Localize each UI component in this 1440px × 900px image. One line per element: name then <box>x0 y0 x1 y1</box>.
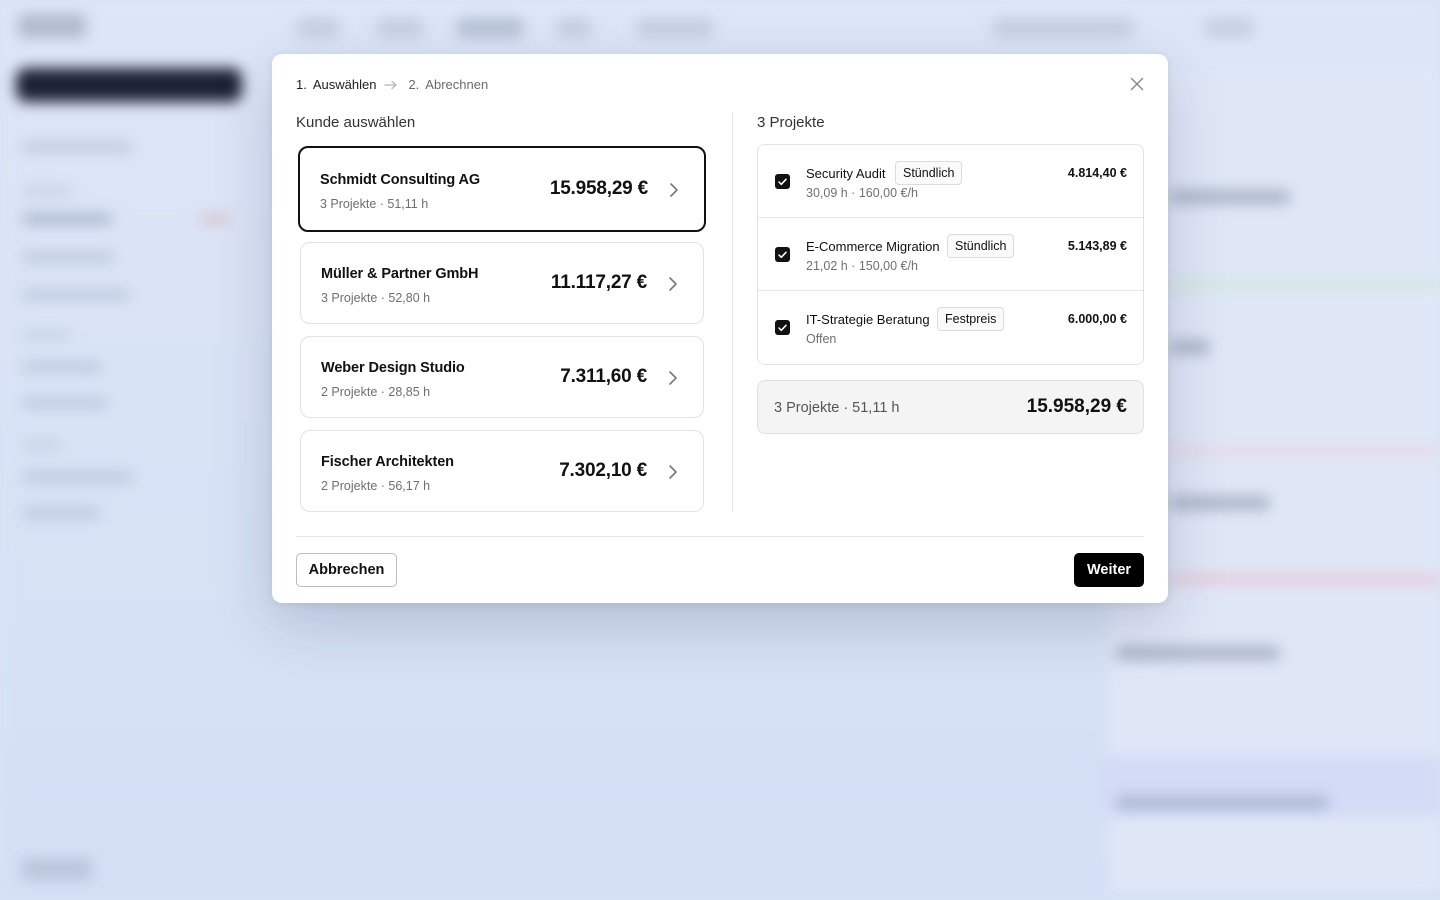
projects-section-title: 3 Projekte <box>757 114 825 131</box>
customer-card-weber[interactable]: Weber Design Studio 2 Projekte · 28,85 h… <box>300 336 704 418</box>
project-row-security-audit: Security Audit Stündlich 30,09 h · 160,0… <box>758 145 1143 218</box>
customer-card-schmidt[interactable]: Schmidt Consulting AG 3 Projekte · 51,11… <box>298 146 706 232</box>
billing-type-badge: Festpreis <box>937 307 1005 331</box>
project-amount: 4.814,40 € <box>1067 166 1127 180</box>
summary-box: 3 Projekte · 51,11 h 15.958,29 € <box>757 380 1144 434</box>
step-1-number: 1. <box>296 77 307 92</box>
customer-amount: 11.117,27 € <box>550 272 647 293</box>
customer-card-mueller[interactable]: Müller & Partner GmbH 3 Projekte · 52,80… <box>300 242 704 324</box>
chevron-right-icon <box>669 277 677 291</box>
project-meta: 21,02 h · 150,00 €/h <box>806 259 918 273</box>
billing-dialog: 1. Auswählen 2. Abrechnen Kunde auswähle… <box>272 54 1168 603</box>
customer-meta: 2 Projekte · 28,85 h <box>321 385 431 399</box>
customer-section-title: Kunde auswählen <box>296 114 416 131</box>
project-row-ecommerce-migration: E-Commerce Migration Stündlich 21,02 h ·… <box>758 218 1143 291</box>
step-1-label: Auswählen <box>312 77 377 92</box>
project-meta: 30,09 h · 160,00 €/h <box>806 186 918 200</box>
customer-amount: 7.302,10 € <box>559 460 647 481</box>
background-primary-button <box>16 68 242 102</box>
project-checkbox[interactable] <box>775 320 790 335</box>
summary-amount: 15.958,29 € <box>1026 396 1127 417</box>
checkmark-icon <box>778 324 787 331</box>
project-row-it-strategie: IT-Strategie Beratung Festpreis Offen 6.… <box>758 291 1143 364</box>
checkmark-icon <box>778 251 787 258</box>
step-2-label: Abrechnen <box>425 77 489 92</box>
arrow-right-icon <box>384 79 400 91</box>
project-list: Security Audit Stündlich 30,09 h · 160,0… <box>757 144 1144 365</box>
project-checkbox[interactable] <box>775 174 790 189</box>
customer-meta: 3 Projekte · 52,80 h <box>321 291 431 305</box>
customer-list: Schmidt Consulting AG 3 Projekte · 51,11… <box>298 146 706 524</box>
background-logo <box>18 14 86 38</box>
customer-meta: 3 Projekte · 51,11 h <box>320 197 429 211</box>
close-icon <box>1130 77 1144 91</box>
project-name: E-Commerce Migration <box>806 239 940 254</box>
next-button[interactable]: Weiter <box>1074 553 1144 587</box>
summary-label: 3 Projekte · 51,11 h <box>774 400 900 416</box>
customer-name: Müller & Partner GmbH <box>321 266 479 282</box>
chevron-right-icon <box>669 465 677 479</box>
chevron-right-icon <box>669 371 677 385</box>
project-meta: Offen <box>806 332 837 346</box>
customer-name: Weber Design Studio <box>321 360 465 376</box>
close-button[interactable] <box>1128 75 1146 93</box>
customer-amount: 7.311,60 € <box>560 366 647 387</box>
footer-divider <box>296 536 1144 537</box>
project-name: IT-Strategie Beratung <box>806 312 930 327</box>
customer-card-fischer[interactable]: Fischer Architekten 2 Projekte · 56,17 h… <box>300 430 704 512</box>
project-amount: 6.000,00 € <box>1067 312 1127 326</box>
checkmark-icon <box>778 178 787 185</box>
step-indicator: 1. Auswählen 2. Abrechnen <box>296 77 488 92</box>
project-checkbox[interactable] <box>775 247 790 262</box>
customer-name: Fischer Architekten <box>321 454 454 470</box>
billing-type-badge: Stündlich <box>895 161 963 185</box>
step-2-number: 2. <box>408 77 420 92</box>
background-sidebar <box>0 0 260 900</box>
customer-amount: 15.958,29 € <box>549 178 648 199</box>
project-amount: 5.143,89 € <box>1067 239 1127 253</box>
column-divider <box>732 112 733 512</box>
chevron-right-icon <box>670 183 678 197</box>
customer-name: Schmidt Consulting AG <box>320 172 481 188</box>
cancel-button[interactable]: Abbrechen <box>296 553 397 587</box>
billing-type-badge: Stündlich <box>947 234 1015 258</box>
project-name: Security Audit <box>806 166 886 181</box>
customer-meta: 2 Projekte · 56,17 h <box>321 479 431 493</box>
